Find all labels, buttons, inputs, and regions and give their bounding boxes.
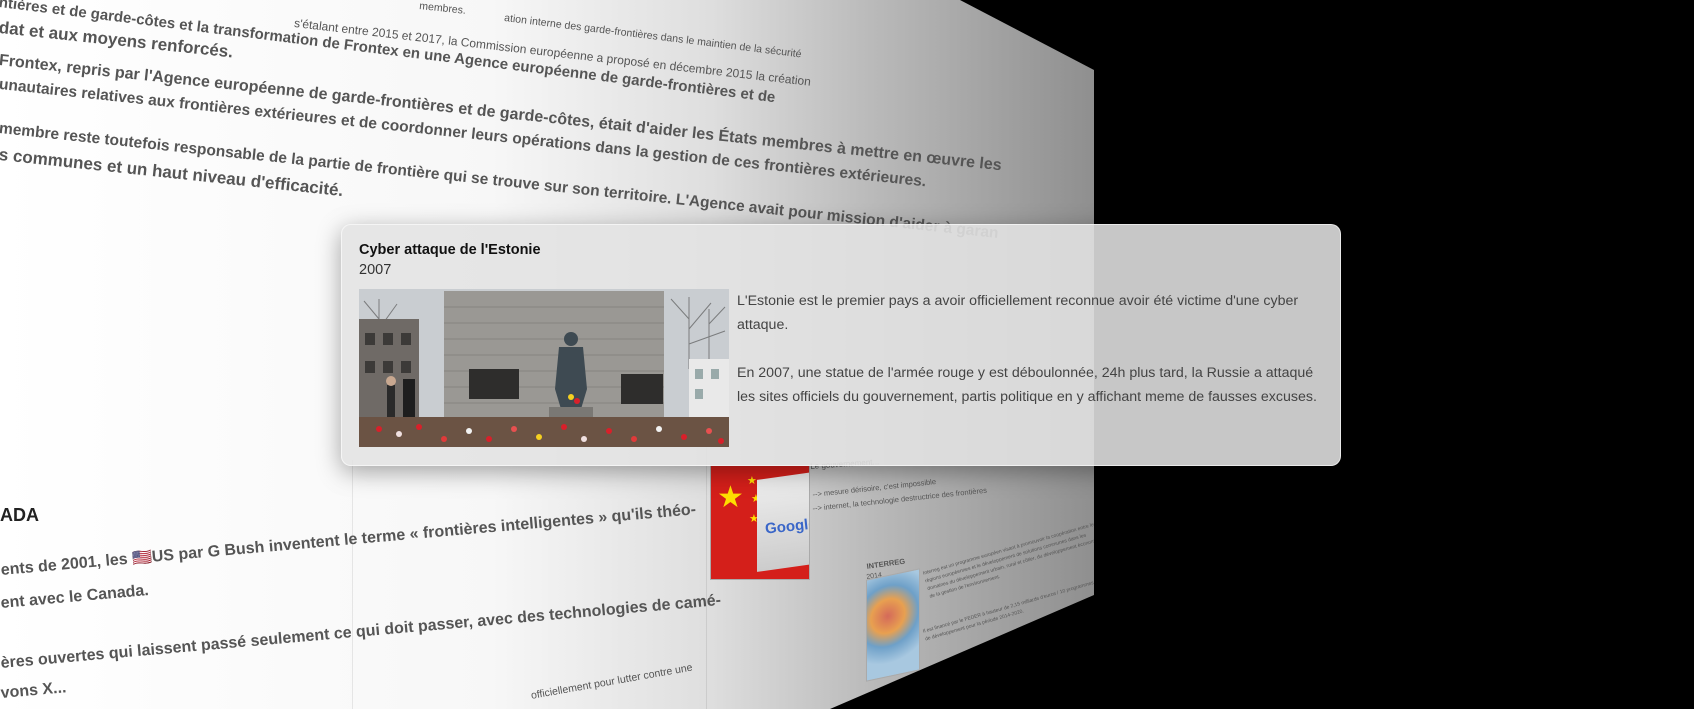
timeline-tick: 2021 bbox=[1077, 600, 1094, 611]
timeline-tick: 2018 bbox=[1001, 634, 1019, 645]
event-detail-card[interactable]: Cyber attaque de l'Estonie 2007 L'Estoni… bbox=[341, 224, 1341, 466]
bg-line: vons X... bbox=[0, 679, 68, 702]
card-paragraph: En 2007, une statue de l'armée rouge y e… bbox=[737, 365, 1317, 405]
timeline-tick: 2020 bbox=[1055, 610, 1073, 621]
europe-map-thumbnail[interactable] bbox=[866, 568, 920, 682]
section-heading: ADA bbox=[0, 505, 39, 525]
bg-line: ères ouvertes qui laissent passé seuleme… bbox=[0, 591, 722, 672]
timeline-tick: 2015 bbox=[899, 679, 917, 690]
card-paragraph: L'Estonie est le premier pays a avoir of… bbox=[737, 293, 1299, 333]
timeline-tick: 2016 bbox=[937, 662, 955, 673]
card-title: Cyber attaque de l'Estonie bbox=[359, 242, 541, 258]
interreg-title: INTERREG bbox=[866, 556, 906, 571]
bronze-soldier-photo bbox=[359, 289, 729, 447]
bg-line: membres. bbox=[418, 0, 467, 17]
bg-line: ents de 2001, les 🇺🇸US par G Bush invent… bbox=[0, 501, 697, 579]
bg-line: ent avec le Canada. bbox=[0, 582, 150, 612]
bg-line: officiellement pour lutter contre une bbox=[530, 661, 694, 702]
card-year: 2007 bbox=[359, 262, 392, 278]
card-description: L'Estonie est le premier pays a avoir of… bbox=[737, 289, 1327, 433]
timeline-tick: 2014 bbox=[857, 698, 875, 709]
timeline-tick: 2017 bbox=[971, 647, 989, 658]
timeline-tick: 2019 bbox=[1029, 622, 1047, 633]
china-google-thumbnail[interactable]: ★ ★ ★ ★ Google bbox=[710, 465, 810, 580]
